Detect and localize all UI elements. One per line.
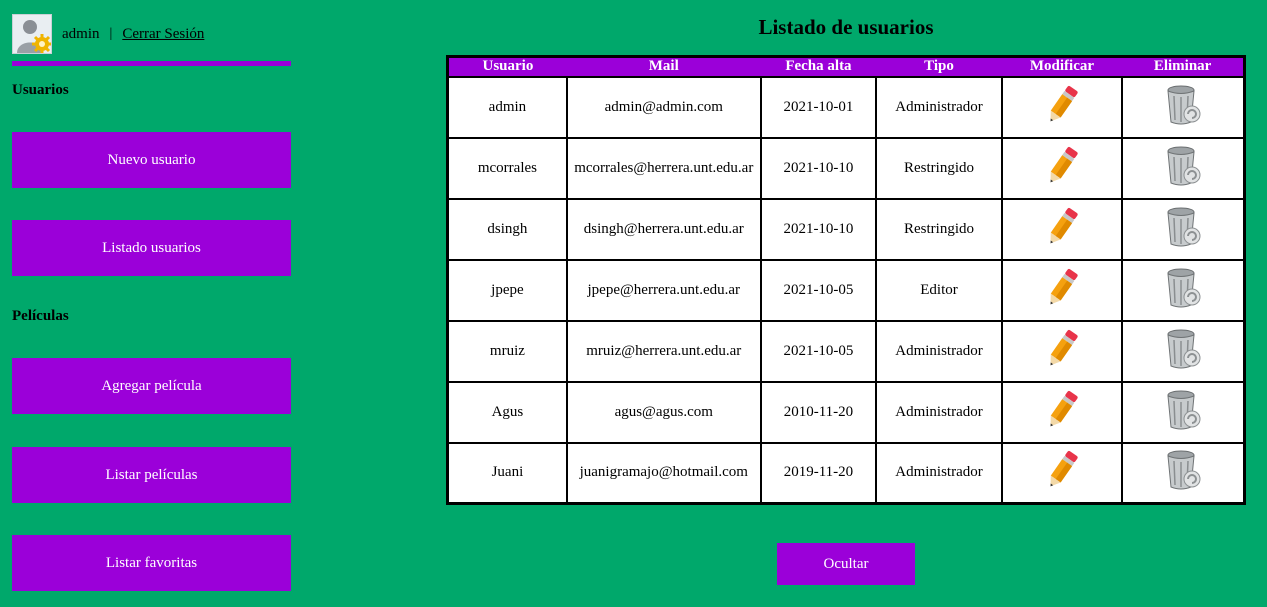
table-row: Agus agus@agus.com 2010-11-20 Administra…	[446, 380, 1246, 444]
cell-delete	[1121, 258, 1246, 322]
cell-date: 2021-10-05	[759, 258, 878, 322]
hide-button[interactable]: Ocultar	[777, 543, 915, 585]
cell-edit	[1000, 258, 1124, 322]
cell-mail: mcorrales@herrera.unt.edu.ar	[565, 136, 762, 200]
list-movies-button[interactable]: Listar películas	[12, 447, 291, 503]
cell-delete	[1121, 136, 1246, 200]
list-users-button[interactable]: Listado usuarios	[12, 220, 291, 276]
pencil-icon[interactable]	[1044, 388, 1080, 437]
pencil-icon[interactable]	[1044, 266, 1080, 315]
cell-date: 2021-10-05	[759, 319, 878, 383]
section-title-users: Usuarios	[12, 82, 69, 98]
cell-date: 2021-10-01	[759, 75, 878, 139]
cell-user: Juani	[446, 441, 568, 505]
cell-delete	[1121, 319, 1246, 383]
new-user-button[interactable]: Nuevo usuario	[12, 132, 291, 188]
trash-can-icon[interactable]	[1163, 206, 1203, 253]
sidebar-divider	[12, 61, 291, 66]
users-table: Usuario Mail Fecha alta Tipo Modificar E…	[446, 55, 1246, 505]
table-header-row: Usuario Mail Fecha alta Tipo Modificar E…	[447, 56, 1245, 77]
table-row: mruiz mruiz@herrera.unt.edu.ar 2021-10-0…	[446, 319, 1246, 383]
cell-date: 2021-10-10	[759, 197, 878, 261]
pencil-icon[interactable]	[1044, 205, 1080, 254]
cell-mail: mruiz@herrera.unt.edu.ar	[565, 319, 762, 383]
cell-type: Administrador	[875, 441, 1003, 505]
cell-date: 2021-10-10	[759, 136, 878, 200]
cell-edit	[1000, 441, 1124, 505]
table-row: admin admin@admin.com 2021-10-01 Adminis…	[446, 75, 1246, 139]
column-header-type: Tipo	[876, 56, 1002, 77]
cell-delete	[1121, 441, 1246, 505]
sidebar: admin | Cerrar Sesión Usuarios Nuevo usu…	[12, 14, 291, 591]
page-title: Listado de usuarios	[758, 15, 934, 39]
cell-edit	[1000, 319, 1124, 383]
trash-can-icon[interactable]	[1163, 328, 1203, 375]
cell-type: Administrador	[875, 380, 1003, 444]
add-movie-button[interactable]: Agregar película	[12, 358, 291, 414]
column-header-delete: Eliminar	[1122, 56, 1245, 77]
cell-edit	[1000, 75, 1124, 139]
cell-user: Agus	[446, 380, 568, 444]
cell-mail: jpepe@herrera.unt.edu.ar	[565, 258, 762, 322]
table-row: dsingh dsingh@herrera.unt.edu.ar 2021-10…	[446, 197, 1246, 261]
cell-mail: dsingh@herrera.unt.edu.ar	[565, 197, 762, 261]
trash-can-icon[interactable]	[1163, 84, 1203, 131]
trash-can-icon[interactable]	[1163, 449, 1203, 496]
cell-user: mcorrales	[446, 136, 568, 200]
pencil-icon[interactable]	[1044, 83, 1080, 132]
cell-type: Restringido	[875, 197, 1003, 261]
cell-type: Editor	[875, 258, 1003, 322]
pencil-icon[interactable]	[1044, 327, 1080, 376]
user-bar: admin | Cerrar Sesión	[12, 14, 291, 54]
cell-mail: admin@admin.com	[565, 75, 762, 139]
table-row: mcorrales mcorrales@herrera.unt.edu.ar 2…	[446, 136, 1246, 200]
cell-edit	[1000, 380, 1124, 444]
cell-delete	[1121, 75, 1246, 139]
table-row: Juani juanigramajo@hotmail.com 2019-11-2…	[446, 441, 1246, 505]
pencil-icon[interactable]	[1044, 144, 1080, 193]
cell-delete	[1121, 380, 1246, 444]
cell-user: mruiz	[446, 319, 568, 383]
cell-user: dsingh	[446, 197, 568, 261]
list-favorites-button[interactable]: Listar favoritas	[12, 535, 291, 591]
separator: |	[109, 26, 113, 41]
trash-can-icon[interactable]	[1163, 145, 1203, 192]
cell-type: Administrador	[875, 319, 1003, 383]
trash-can-icon[interactable]	[1163, 267, 1203, 314]
section-title-movies: Películas	[12, 308, 69, 324]
cell-mail: agus@agus.com	[565, 380, 762, 444]
column-header-date: Fecha alta	[760, 56, 877, 77]
cell-edit	[1000, 197, 1124, 261]
pencil-icon[interactable]	[1044, 448, 1080, 497]
trash-can-icon[interactable]	[1163, 389, 1203, 436]
column-header-user: Usuario	[447, 56, 567, 77]
cell-user: admin	[446, 75, 568, 139]
column-header-mail: Mail	[566, 56, 761, 77]
username: admin	[62, 25, 100, 42]
cell-mail: juanigramajo@hotmail.com	[565, 441, 762, 505]
cell-date: 2010-11-20	[759, 380, 878, 444]
cell-delete	[1121, 197, 1246, 261]
logout-link[interactable]: Cerrar Sesión	[122, 26, 204, 43]
cell-date: 2019-11-20	[759, 441, 878, 505]
table-row: jpepe jpepe@herrera.unt.edu.ar 2021-10-0…	[446, 258, 1246, 322]
user-gear-icon	[12, 14, 52, 54]
cell-type: Restringido	[875, 136, 1003, 200]
cell-user: jpepe	[446, 258, 568, 322]
column-header-edit: Modificar	[1001, 56, 1123, 77]
cell-type: Administrador	[875, 75, 1003, 139]
cell-edit	[1000, 136, 1124, 200]
